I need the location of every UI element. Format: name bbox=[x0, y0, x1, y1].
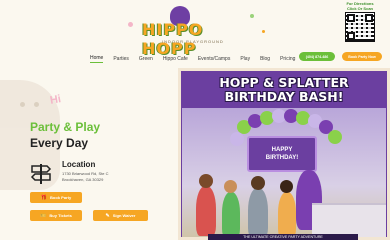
buy-tickets-button[interactable]: 🎫 Buy Tickets bbox=[30, 210, 82, 221]
decor-dot bbox=[250, 14, 254, 18]
nav-item-parties[interactable]: Parties bbox=[113, 56, 129, 62]
sign-waiver-label: Sign Waiver bbox=[112, 213, 136, 218]
buy-tickets-label: Buy Tickets bbox=[49, 213, 72, 218]
address-line1: 1730 Briarwood Rd, Ste C bbox=[62, 171, 109, 176]
hero-left: Hi Party & Play Every Day Location 1730 … bbox=[0, 68, 178, 240]
promo-frame bbox=[178, 68, 390, 240]
logo-subtitle: INDOOR PLAYGROUND bbox=[162, 39, 224, 44]
signpost-icon bbox=[30, 164, 52, 184]
waiver-icon: ✎ bbox=[105, 212, 110, 219]
tagline-line1: Party & Play bbox=[30, 120, 101, 134]
promo-bottom-text: THE ULTIMATE CREATIVE PARTY ADVENTURE bbox=[208, 234, 358, 240]
book-party-button[interactable]: 🎁 Book Party bbox=[30, 192, 82, 203]
nav-item-blog[interactable]: Blog bbox=[260, 56, 270, 62]
sign-waiver-button[interactable]: ✎ Sign Waiver bbox=[93, 210, 148, 221]
nav-item-pricing[interactable]: Pricing bbox=[280, 56, 295, 62]
directions-qr[interactable]: For Directions Click Or Scan bbox=[340, 1, 380, 48]
promo-banner[interactable]: HOPP & SPLATTER BIRTHDAY BASH! HAPPY BIR… bbox=[178, 68, 390, 240]
site-logo[interactable]: HIPPO HOPP INDOOR PLAYGROUND bbox=[140, 6, 250, 58]
greeting-text: Hi bbox=[49, 93, 62, 107]
phone-button[interactable]: (404) 874-486 bbox=[299, 52, 335, 61]
nav-item-green[interactable]: Green bbox=[139, 56, 153, 62]
nav-item-play[interactable]: Play bbox=[240, 56, 250, 62]
qr-caption-line2: Click Or Scan bbox=[346, 5, 373, 11]
main-nav: Home Parties Green Hippo Cafe Events/Cam… bbox=[90, 54, 305, 64]
address-line2: Brookhaven, GA 30329 bbox=[62, 177, 104, 182]
tagline-line2: Every Day bbox=[30, 136, 89, 150]
site-header: HIPPO HOPP INDOOR PLAYGROUND For Directi… bbox=[0, 0, 390, 68]
location-title: Location bbox=[62, 160, 96, 169]
book-party-now-button[interactable]: Book Party Now bbox=[342, 52, 382, 61]
decor-dot bbox=[128, 22, 133, 27]
nav-item-events-camps[interactable]: Events/Camps bbox=[198, 56, 231, 62]
decor-dot bbox=[262, 30, 265, 33]
gift-icon: 🎁 bbox=[40, 194, 48, 201]
nav-item-home[interactable]: Home bbox=[90, 55, 104, 63]
book-party-label: Book Party bbox=[50, 195, 72, 200]
nav-item-hippo-cafe[interactable]: Hippo Cafe bbox=[163, 56, 188, 62]
qr-code-icon bbox=[345, 12, 375, 42]
ticket-icon: 🎫 bbox=[40, 212, 47, 219]
